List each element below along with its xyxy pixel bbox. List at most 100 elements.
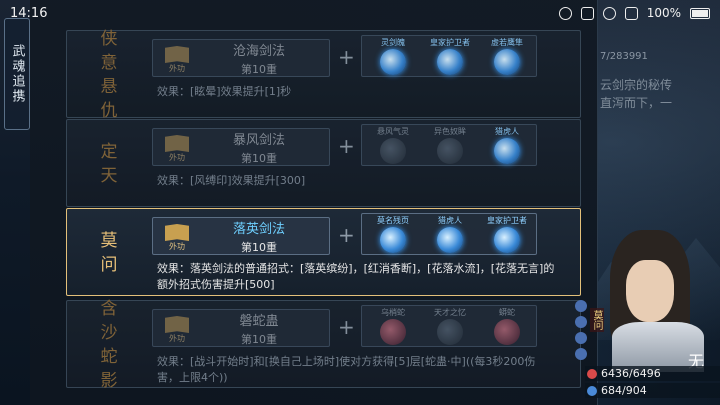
status-time: 14:16 bbox=[10, 5, 48, 21]
plus-icon: + bbox=[338, 315, 355, 339]
partner-name: 天才之忆 bbox=[434, 308, 466, 317]
character-name: 莫问 bbox=[590, 308, 604, 332]
partner-slot[interactable]: 蟒蛇 bbox=[480, 306, 534, 348]
skill-name: 暴风剑法 bbox=[232, 132, 285, 148]
battery-percent: 100% bbox=[646, 6, 681, 20]
buff-icons bbox=[575, 300, 591, 360]
partner-slots[interactable]: 灵剑魄 皇家护卫者 虚若鹰隼 bbox=[361, 35, 537, 77]
book-icon: 外功 bbox=[163, 44, 191, 73]
status-icons: 100% bbox=[558, 6, 710, 20]
partner-avatar-icon bbox=[380, 227, 406, 253]
partner-slot[interactable]: 虚若鹰隼 bbox=[480, 36, 534, 78]
title-char: 侠 bbox=[100, 29, 118, 49]
alarm-icon bbox=[558, 6, 572, 20]
partner-name: 蟒蛇 bbox=[499, 308, 515, 317]
title-char: 莫 bbox=[100, 231, 118, 251]
title-char: 天 bbox=[100, 166, 118, 186]
skill-slot[interactable]: 外功 暴风剑法 第10重 bbox=[152, 128, 330, 166]
title-char: 沙 bbox=[100, 323, 118, 343]
combo-title: 侠 意 悬 仇 bbox=[89, 29, 129, 121]
partner-slot[interactable]: 灵剑魄 bbox=[366, 36, 420, 78]
skill-slot[interactable]: 外功 落英剑法 第10重 bbox=[152, 217, 330, 255]
title-char: 蛇 bbox=[100, 347, 118, 367]
partner-name: 悬风气灵 bbox=[377, 127, 409, 136]
title-char: 问 bbox=[100, 255, 118, 275]
partner-avatar-icon bbox=[380, 49, 406, 75]
partner-avatar-icon bbox=[437, 49, 463, 75]
book-icon: 外功 bbox=[163, 314, 191, 343]
combo-effect: 效果：[战斗开始时]和[换自己上场时]使对方获得[5]层[蛇蛊·中]((每3秒2… bbox=[157, 355, 536, 384]
hp-stat: 6436/6496 bbox=[585, 366, 720, 381]
partner-name: 猎虎人 bbox=[495, 127, 519, 136]
tab-wuhun-zhuixie[interactable]: 武魂追携 bbox=[4, 18, 30, 130]
plus-icon: + bbox=[338, 45, 355, 69]
mp-value: 684/904 bbox=[601, 384, 647, 397]
partner-slot[interactable]: 皇家护卫者 bbox=[480, 214, 534, 256]
partner-slots[interactable]: 乌梢蛇 天才之忆 蟒蛇 bbox=[361, 305, 537, 347]
partner-name: 莫名残页 bbox=[377, 216, 409, 225]
plus-icon: + bbox=[338, 134, 355, 158]
partner-name: 虚若鹰隼 bbox=[491, 38, 523, 47]
partner-name: 皇家护卫者 bbox=[430, 38, 470, 47]
hp-icon bbox=[587, 368, 597, 379]
combo-title: 定 天 bbox=[89, 120, 129, 208]
combo-list-panel[interactable]: 侠 意 悬 仇 外功 沧海剑法 第10重 + 灵剑魄 皇家护卫者 虚若鹰隼 效果… bbox=[30, 0, 598, 405]
partner-slot[interactable]: 悬风气灵 bbox=[366, 125, 420, 167]
book-icon: 外功 bbox=[163, 222, 191, 251]
partner-avatar-icon bbox=[437, 138, 463, 164]
partner-name: 皇家护卫者 bbox=[487, 216, 527, 225]
combo-row[interactable]: 含 沙 蛇 影 外功 磐蛇蛊 第10重 + 乌梢蛇 天才之忆 蟒蛇 效果：[战斗… bbox=[66, 299, 581, 391]
battery-icon bbox=[690, 7, 710, 19]
skill-slot[interactable]: 外功 沧海剑法 第10重 bbox=[152, 39, 330, 77]
title-char: 意 bbox=[100, 53, 118, 73]
partner-avatar-icon bbox=[494, 138, 520, 164]
plus-icon: + bbox=[338, 223, 355, 247]
buff-icon bbox=[575, 300, 587, 312]
partner-slot[interactable]: 异色奴眸 bbox=[423, 125, 477, 167]
partner-slot[interactable]: 猎虎人 bbox=[423, 214, 477, 256]
combo-effect: 效果：落英剑法的普通招式：[落英缤纷]，[红消香断]，[花落水流]，[花落无言]… bbox=[157, 262, 555, 291]
skill-slot[interactable]: 外功 磐蛇蛊 第10重 bbox=[152, 309, 330, 347]
partner-name: 异色奴眸 bbox=[434, 127, 466, 136]
buff-icon bbox=[575, 316, 587, 328]
partner-slot[interactable]: 皇家护卫者 bbox=[423, 36, 477, 78]
skill-name: 磐蛇蛊 bbox=[239, 313, 279, 329]
combo-title: 莫 问 bbox=[89, 209, 129, 297]
skill-tag: 外功 bbox=[169, 64, 185, 73]
combo-title: 含 沙 蛇 影 bbox=[89, 299, 129, 391]
nfc-icon bbox=[580, 6, 594, 20]
partner-slot[interactable]: 莫名残页 bbox=[366, 214, 420, 256]
partner-avatar-icon bbox=[380, 319, 406, 345]
skill-name: 落英剑法 bbox=[232, 221, 285, 237]
title-char: 悬 bbox=[100, 77, 118, 97]
partner-avatar-icon bbox=[380, 138, 406, 164]
partner-slot[interactable]: 天才之忆 bbox=[423, 306, 477, 348]
partner-slots[interactable]: 悬风气灵 异色奴眸 猎虎人 bbox=[361, 124, 537, 166]
combo-effect: 效果：[眩晕]效果提升[1]秒 bbox=[157, 85, 292, 98]
sim-icon bbox=[624, 6, 638, 20]
partner-slot[interactable]: 猎虎人 bbox=[480, 125, 534, 167]
skill-level: 第10重 bbox=[241, 62, 277, 76]
lore-line: 直泻而下，一 bbox=[600, 96, 673, 110]
combo-row-selected[interactable]: 莫 问 外功 落英剑法 第10重 + 莫名残页 猎虎人 皇家护卫者 效果：落英剑… bbox=[66, 208, 581, 296]
partner-slots[interactable]: 莫名残页 猎虎人 皇家护卫者 bbox=[361, 213, 537, 255]
buff-icon bbox=[575, 348, 587, 360]
partner-slot[interactable]: 乌梢蛇 bbox=[366, 306, 420, 348]
skill-tag: 外功 bbox=[169, 242, 185, 251]
partner-avatar-icon bbox=[494, 227, 520, 253]
hp-value: 6436/6496 bbox=[601, 367, 661, 380]
mp-stat: 684/904 bbox=[585, 383, 720, 398]
lore-text: 7/283991 云剑宗的秘传 直泻而下，一 bbox=[600, 48, 715, 112]
combo-row[interactable]: 定 天 外功 暴风剑法 第10重 + 悬风气灵 异色奴眸 猎虎人 效果：[风缚印… bbox=[66, 119, 581, 207]
partner-avatar-icon bbox=[437, 227, 463, 253]
partner-name: 乌梢蛇 bbox=[381, 308, 405, 317]
title-char: 影 bbox=[100, 371, 118, 391]
combo-row[interactable]: 侠 意 悬 仇 外功 沧海剑法 第10重 + 灵剑魄 皇家护卫者 虚若鹰隼 效果… bbox=[66, 29, 581, 121]
lore-line: 云剑宗的秘传 bbox=[600, 78, 673, 92]
combo-effect: 效果：[风缚印]效果提升[300] bbox=[157, 174, 306, 187]
status-bar: 14:16 100% bbox=[0, 0, 720, 26]
character-stats: 6436/6496 684/904 bbox=[585, 366, 720, 400]
book-icon: 外功 bbox=[163, 133, 191, 162]
title-char: 定 bbox=[100, 142, 118, 162]
skill-level: 第10重 bbox=[241, 240, 277, 254]
